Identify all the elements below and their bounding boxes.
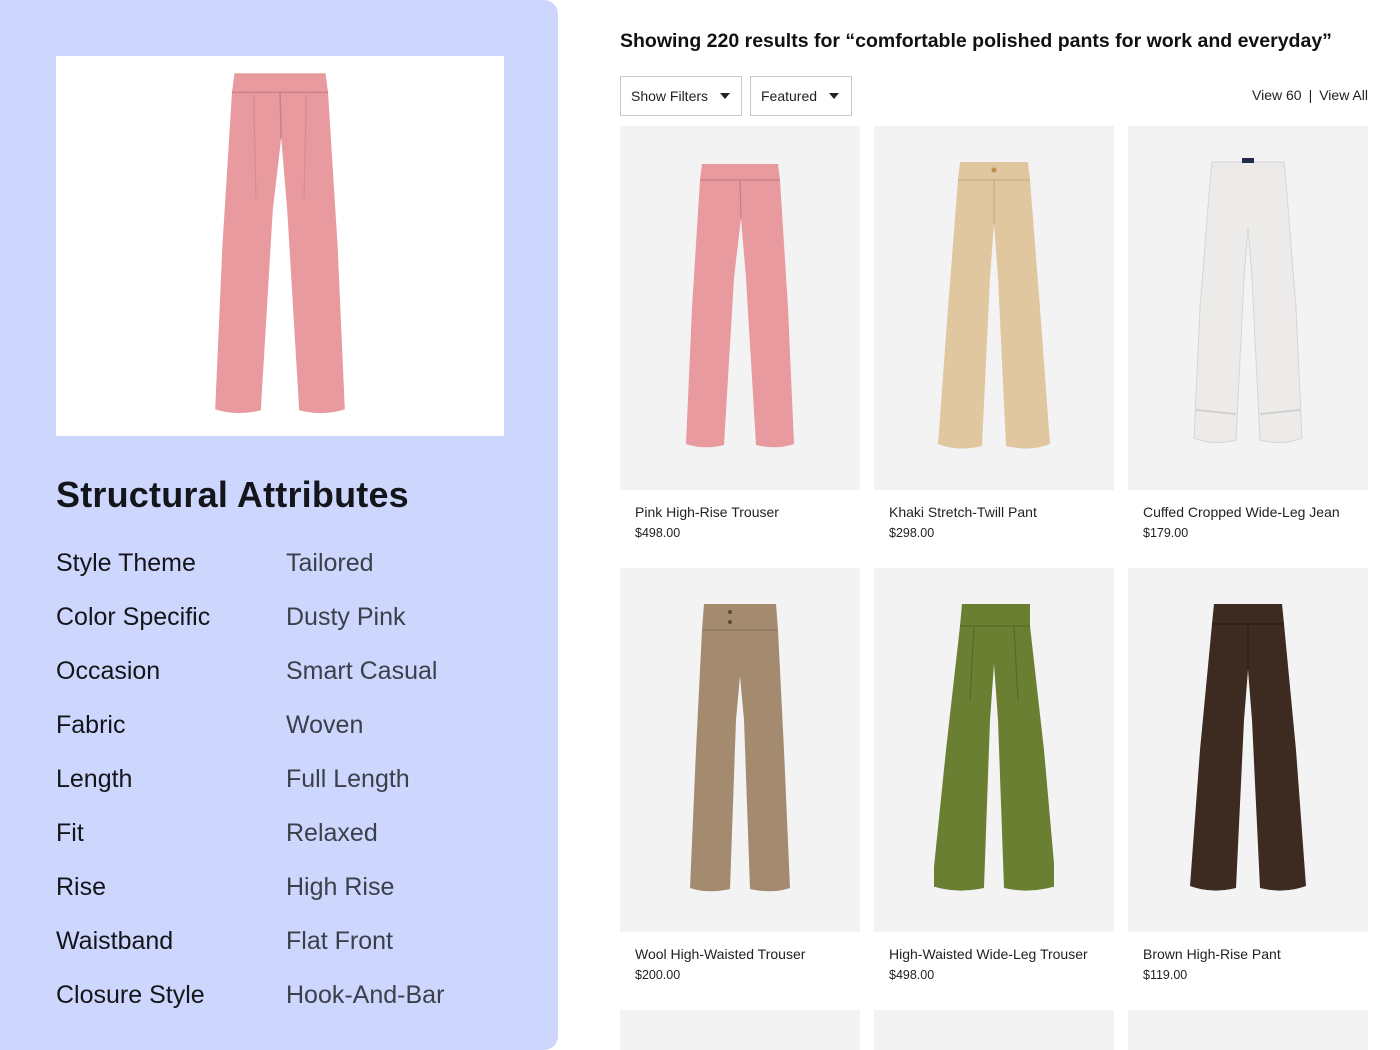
attribute-key: Occasion xyxy=(56,657,161,685)
attribute-row: Fabric Woven xyxy=(56,706,526,760)
attribute-key: Waistband xyxy=(56,927,174,955)
pants-illustration xyxy=(938,162,1050,449)
attribute-key: Style Theme xyxy=(56,549,196,577)
attribute-key: Closure Style xyxy=(56,981,205,1009)
pants-illustration xyxy=(690,604,790,892)
attribute-key: Length xyxy=(56,765,133,793)
product-card-partial[interactable] xyxy=(620,1010,860,1050)
attribute-row: Length Full Length xyxy=(56,760,526,814)
product-name[interactable]: Khaki Stretch-Twill Pant xyxy=(889,504,1037,520)
pants-illustration xyxy=(934,604,1054,891)
attribute-row: Style Theme Tailored xyxy=(56,544,526,598)
product-card-partial[interactable] xyxy=(874,1010,1114,1050)
attribute-value: Flat Front xyxy=(286,927,393,955)
panel-title: Structural Attributes xyxy=(56,474,409,515)
product-price: $179.00 xyxy=(1143,526,1189,540)
product-name[interactable]: High-Waisted Wide-Leg Trouser xyxy=(889,946,1088,962)
product-name[interactable]: Brown High-Rise Pant xyxy=(1143,946,1281,962)
attribute-value: Dusty Pink xyxy=(286,603,406,631)
view-count-links: View 60 | View All xyxy=(1252,87,1368,103)
product-card[interactable]: High-Waisted Wide-Leg Trouser $498.00 xyxy=(874,568,1114,982)
attribute-value: High Rise xyxy=(286,873,395,901)
product-name[interactable]: Pink High-Rise Trouser xyxy=(635,504,779,520)
product-image[interactable] xyxy=(874,126,1114,490)
product-card[interactable]: Cuffed Cropped Wide-Leg Jean $179.00 xyxy=(1128,126,1368,540)
attribute-row: Fit Relaxed xyxy=(56,814,526,868)
product-card[interactable]: Wool High-Waisted Trouser $200.00 xyxy=(620,568,860,982)
show-filters-button[interactable]: Show Filters xyxy=(620,76,742,116)
attribute-value: Hook-And-Bar xyxy=(286,981,445,1009)
attribute-value: Relaxed xyxy=(286,819,378,847)
product-price: $200.00 xyxy=(635,968,681,982)
attribute-value: Smart Casual xyxy=(286,657,438,685)
pants-illustration xyxy=(215,73,345,414)
attribute-key: Fabric xyxy=(56,711,126,739)
attribute-key: Rise xyxy=(56,873,107,901)
pants-illustration xyxy=(1190,604,1306,891)
product-image[interactable] xyxy=(1128,568,1368,932)
attribute-row: Waistband Flat Front xyxy=(56,922,526,976)
product-card-partial[interactable] xyxy=(1128,1010,1368,1050)
sort-dropdown[interactable]: Featured xyxy=(750,76,852,116)
pants-illustration xyxy=(1193,158,1303,444)
sort-label: Featured xyxy=(761,88,818,104)
attribute-row: Color Specific Dusty Pink xyxy=(56,598,526,652)
product-name[interactable]: Cuffed Cropped Wide-Leg Jean xyxy=(1143,504,1340,520)
view-60-link[interactable]: View 60 xyxy=(1252,87,1302,103)
product-card[interactable]: Khaki Stretch-Twill Pant $298.00 xyxy=(874,126,1114,540)
product-image[interactable] xyxy=(874,568,1114,932)
product-card[interactable]: Brown High-Rise Pant $119.00 xyxy=(1128,568,1368,982)
attribute-key: Fit xyxy=(56,819,84,847)
attribute-row: Rise High Rise xyxy=(56,868,526,922)
attribute-row: Closure Style Hook-And-Bar xyxy=(56,976,526,1030)
product-image[interactable] xyxy=(620,126,860,490)
product-image[interactable] xyxy=(620,568,860,932)
product-price: $498.00 xyxy=(889,968,935,982)
view-separator: | xyxy=(1308,87,1313,103)
view-all-link[interactable]: View All xyxy=(1319,87,1368,103)
show-filters-label: Show Filters xyxy=(631,88,709,104)
caret-down-icon xyxy=(720,93,731,99)
attribute-list: Style Theme Tailored Color Specific Dusty … xyxy=(56,544,526,1030)
attribute-key: Color Specific xyxy=(56,603,211,631)
attribute-row: Occasion Smart Casual xyxy=(56,652,526,706)
product-price: $119.00 xyxy=(1143,968,1188,982)
caret-down-icon xyxy=(829,93,840,99)
product-card[interactable]: Pink High-Rise Trouser $498.00 xyxy=(620,126,860,540)
attribute-value: Woven xyxy=(286,711,364,739)
attribute-panel: Structural Attributes Style Theme Tailore… xyxy=(0,0,558,1050)
pants-illustration xyxy=(686,164,794,448)
attribute-value: Tailored xyxy=(286,549,374,577)
attribute-value: Full Length xyxy=(286,765,410,793)
hero-product-image xyxy=(56,56,504,436)
product-image[interactable] xyxy=(1128,126,1368,490)
product-price: $498.00 xyxy=(635,526,681,540)
product-name[interactable]: Wool High-Waisted Trouser xyxy=(635,946,805,962)
results-heading: Showing 220 results for “comfortable pol… xyxy=(620,30,1332,52)
product-price: $298.00 xyxy=(889,526,935,540)
